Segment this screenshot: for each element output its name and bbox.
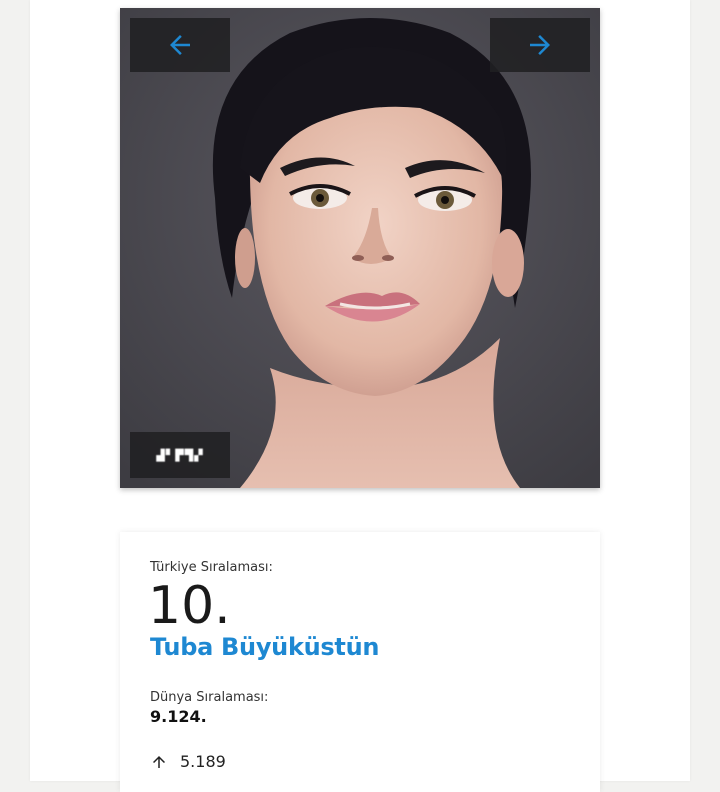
previous-photo-button[interactable] <box>130 18 230 72</box>
arrow-up-icon <box>153 755 165 768</box>
world-ranking-value: 9.124. <box>150 707 207 726</box>
photo-credit-text: ▟▘▛▜▞ <box>156 448 204 462</box>
photo-gallery[interactable]: ▟▘▛▜▞ <box>120 8 600 488</box>
arrow-left-icon <box>170 35 190 55</box>
person-name-link[interactable]: Tuba Büyüküstün <box>150 633 379 661</box>
turkey-ranking-label: Türkiye Sıralaması: <box>150 560 273 575</box>
portrait-photo <box>120 8 600 488</box>
rank-change-value: 5.189 <box>180 752 226 771</box>
rank-change: 5.189 <box>150 752 226 771</box>
next-photo-button[interactable] <box>490 18 590 72</box>
arrow-right-icon <box>530 35 550 55</box>
world-ranking-label: Dünya Sıralaması: <box>150 690 269 705</box>
photo-credit-badge: ▟▘▛▜▞ <box>130 432 230 478</box>
ranking-card: Türkiye Sıralaması: 10. Tuba Büyüküstün … <box>120 532 600 792</box>
turkey-ranking-value: 10. <box>148 576 231 636</box>
